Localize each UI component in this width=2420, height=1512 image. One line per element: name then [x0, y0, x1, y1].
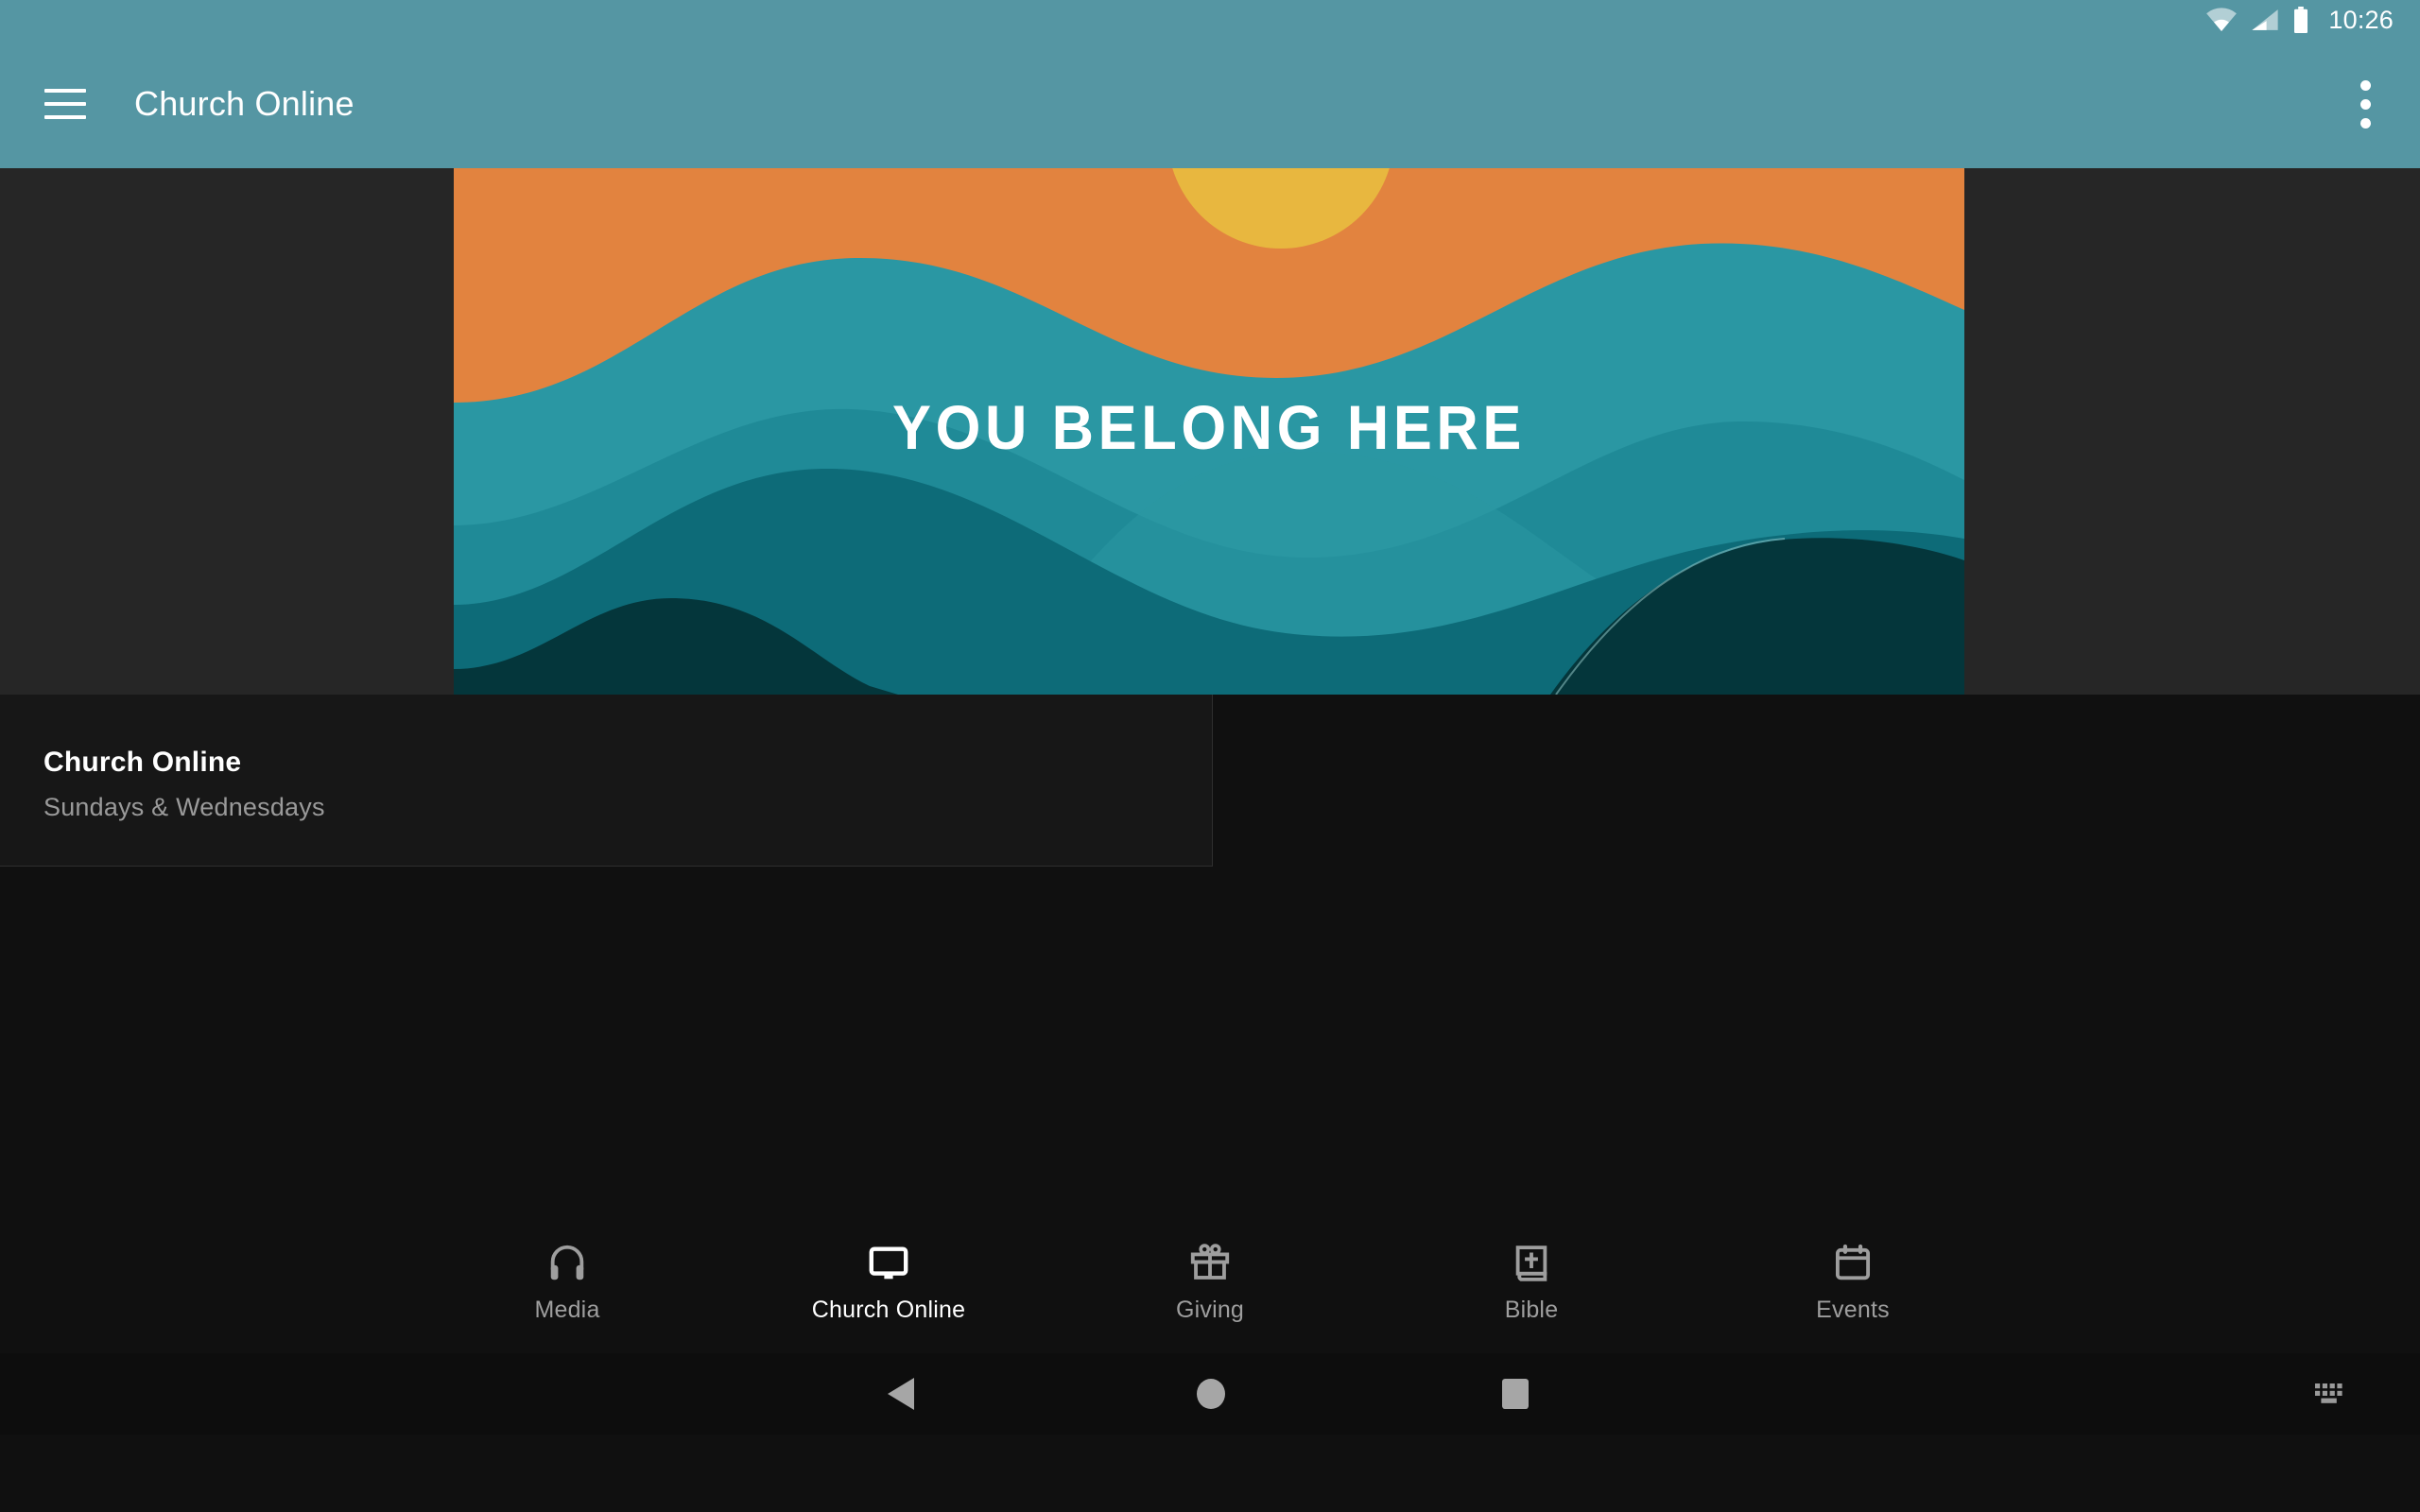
tab-bible[interactable]: Bible [1371, 1210, 1692, 1353]
app-bar: Church Online [0, 40, 2420, 168]
back-triangle-icon[interactable] [888, 1378, 918, 1410]
tab-events[interactable]: Events [1692, 1210, 2014, 1353]
wifi-icon [2206, 8, 2238, 32]
bible-book-icon [1515, 1245, 1547, 1281]
card-title: Church Online [43, 747, 242, 778]
keyboard-switcher-icon[interactable] [2315, 1382, 2349, 1406]
tab-giving[interactable]: Giving [1049, 1210, 1371, 1353]
tab-label: Events [1816, 1296, 1890, 1323]
tab-label: Bible [1504, 1296, 1559, 1323]
tab-label: Media [534, 1296, 600, 1323]
gift-icon [1190, 1243, 1230, 1280]
tab-label: Giving [1175, 1296, 1245, 1323]
card-subtitle: Sundays & Wednesdays [43, 793, 325, 821]
hero-banner[interactable]: YOU BELONG HERE [454, 168, 1964, 695]
headphones-icon [550, 1245, 584, 1280]
hamburger-menu-icon[interactable] [38, 83, 93, 125]
tab-label: Church Online [811, 1296, 966, 1323]
calendar-icon [1835, 1244, 1871, 1280]
hero-illustration [454, 168, 1964, 695]
cell-signal-icon [2252, 9, 2279, 30]
system-navigation-bar [0, 1353, 2420, 1435]
tab-church-online[interactable]: Church Online [728, 1210, 1049, 1353]
feature-card[interactable]: Church Online Sundays & Wednesdays [0, 695, 1213, 867]
bottom-navigation: Media Church Online Giving Bible Events [0, 1210, 2420, 1353]
page-title: Church Online [134, 84, 354, 123]
content-area: YOU BELONG HERE Church Online Sundays & … [0, 168, 2420, 1435]
battery-icon [2294, 7, 2308, 33]
tab-media[interactable]: Media [406, 1210, 728, 1353]
status-clock: 10:26 [2328, 5, 2394, 34]
overflow-menu-icon[interactable] [2346, 74, 2384, 134]
status-bar: 10:26 [0, 0, 2420, 40]
recents-square-icon[interactable] [1502, 1379, 1529, 1409]
monitor-icon [869, 1246, 908, 1279]
home-circle-icon[interactable] [1197, 1379, 1225, 1409]
